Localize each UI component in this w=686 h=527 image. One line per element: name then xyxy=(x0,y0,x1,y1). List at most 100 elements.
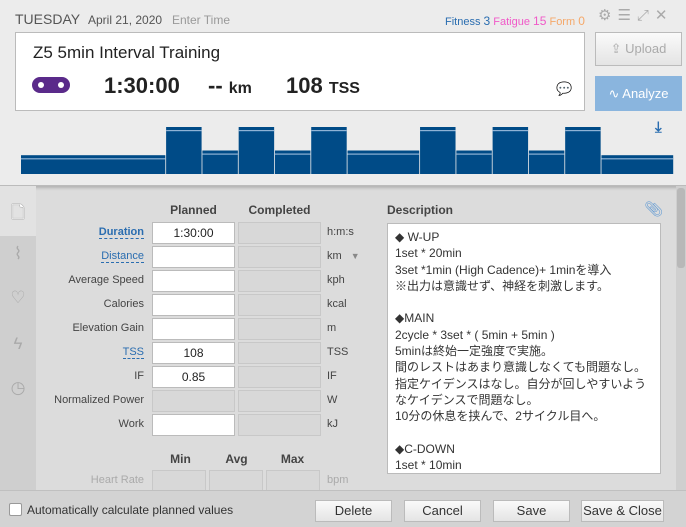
upload-icon: ⇪ xyxy=(610,41,622,56)
profile-segment-highlight xyxy=(274,153,311,155)
gear-icon[interactable]: ⚙ xyxy=(598,7,617,24)
workout-title[interactable]: Z5 5min Interval Training xyxy=(33,43,220,63)
profile-segment-highlight xyxy=(528,153,565,155)
normalized-power-planned-input[interactable] xyxy=(152,390,235,412)
profile-segment-highlight xyxy=(238,130,275,132)
planned-header: Planned xyxy=(170,203,217,217)
work-planned-input[interactable] xyxy=(152,414,235,436)
lightning-icon[interactable]: ϟ xyxy=(9,334,27,354)
form-label: Form xyxy=(549,16,576,28)
profile-segment xyxy=(238,127,275,174)
profile-segment-highlight xyxy=(565,130,601,132)
upload-button[interactable]: ⇪ Upload xyxy=(595,32,682,66)
distance-number: -- xyxy=(208,73,223,98)
work-label-text: Work xyxy=(118,418,144,430)
duration-label-text[interactable]: Duration xyxy=(98,226,144,239)
avg-header: Avg xyxy=(225,452,248,466)
tss-number: 108 xyxy=(286,73,323,98)
comments-icon[interactable]: 💬 xyxy=(556,81,572,97)
delete-button[interactable]: Delete xyxy=(315,500,392,522)
duration-planned-input[interactable]: 1:30:00 xyxy=(152,222,235,244)
tss-unit: TSS xyxy=(327,346,348,358)
average-speed-unit-text: kph xyxy=(327,274,345,286)
profile-segment-highlight xyxy=(347,153,420,155)
tss-unit: TSS xyxy=(328,80,360,97)
work-unit-text: kJ xyxy=(327,418,338,430)
paperclip-icon[interactable]: 📎︎ xyxy=(644,200,663,218)
if-label-text: IF xyxy=(134,370,144,382)
fitness-label: Fitness xyxy=(445,16,481,28)
clock-icon[interactable]: ◷ xyxy=(9,378,27,398)
menu-icon[interactable]: ☰ xyxy=(617,7,636,24)
average-speed-completed-input xyxy=(238,270,321,292)
analyze-icon: ∿ xyxy=(608,86,620,101)
expand-icon[interactable]: ⤢ xyxy=(637,7,655,24)
window-controls: ⚙☰⤢✕ xyxy=(598,6,674,24)
auto-calc-label[interactable]: Automatically calculate planned values xyxy=(27,503,233,517)
profile-segment xyxy=(166,127,202,174)
duration-value: 1:30:00 xyxy=(104,73,180,98)
heart-rate-label: Heart Rate xyxy=(90,474,144,486)
average-speed-planned-input[interactable] xyxy=(152,270,235,292)
document-icon[interactable]: 🗋 xyxy=(9,200,27,229)
save-close-button[interactable]: Save & Close xyxy=(581,500,664,522)
distance-completed-input xyxy=(238,246,321,268)
workout-summary-card: Z5 5min Interval Training 1:30:00 -- km … xyxy=(15,32,585,111)
tss-planned-input[interactable]: 108 xyxy=(152,342,235,364)
analyze-button[interactable]: ∿ Analyze xyxy=(595,76,682,111)
duration-completed-input xyxy=(238,222,321,244)
enter-time-link[interactable]: Enter Time xyxy=(172,13,230,27)
tss-value: 108 TSS xyxy=(286,73,360,99)
work-unit: kJ xyxy=(327,418,338,430)
distance-label-text[interactable]: Distance xyxy=(101,250,144,263)
scrollbar-thumb[interactable] xyxy=(677,188,685,268)
form-value: 0 xyxy=(578,14,585,28)
average-speed-label: Average Speed xyxy=(34,274,144,286)
cancel-button[interactable]: Cancel xyxy=(404,500,481,522)
if-planned-input[interactable]: 0.85 xyxy=(152,366,235,388)
tss-unit-text: TSS xyxy=(327,346,349,358)
chart-icon[interactable]: ⌇ xyxy=(9,244,27,264)
if-unit-text: IF xyxy=(327,370,337,382)
fatigue-value: 15 xyxy=(533,14,547,28)
fitness-value: 3 xyxy=(483,14,491,28)
min-header: Min xyxy=(170,452,191,466)
save-button[interactable]: Save xyxy=(493,500,570,522)
calories-unit-text: kcal xyxy=(327,298,347,310)
profile-segment xyxy=(492,127,529,174)
calories-planned-input[interactable] xyxy=(152,294,235,316)
profile-segment-highlight xyxy=(21,158,166,160)
normalized-power-completed-input xyxy=(238,390,321,412)
workout-header: TUESDAY April 21, 2020 Enter Time Fitnes… xyxy=(0,0,686,186)
close-icon[interactable]: ✕ xyxy=(655,7,674,24)
if-completed-input xyxy=(238,366,321,388)
heart-rate-max-input xyxy=(266,470,320,492)
calories-label-text: Calories xyxy=(103,298,144,310)
work-label: Work xyxy=(34,418,144,430)
normalized-power-unit-text: W xyxy=(327,394,338,406)
heart-rate-avg-input xyxy=(209,470,263,492)
heart-icon[interactable]: ♡ xyxy=(9,288,27,308)
distance-unit[interactable]: km ▼ xyxy=(327,250,360,262)
heart-rate-unit: bpm xyxy=(327,474,349,486)
analyze-label: Analyze xyxy=(622,86,669,101)
date-label: April 21, 2020 xyxy=(88,13,163,27)
profile-segment xyxy=(565,127,601,174)
day-label: TUESDAY xyxy=(15,11,81,27)
tss-label[interactable]: TSS xyxy=(34,346,144,359)
auto-calc-checkbox[interactable] xyxy=(9,503,22,516)
distance-planned-input[interactable] xyxy=(152,246,235,268)
normalized-power-label-text: Normalized Power xyxy=(54,394,144,406)
upload-label: Upload xyxy=(625,41,667,56)
calories-completed-input xyxy=(238,294,321,316)
description-textarea[interactable]: ◆ W-UP 1set * 20min 3set *1min (High Cad… xyxy=(387,223,661,474)
tss-label-text[interactable]: TSS xyxy=(122,346,144,359)
unit-dropdown-icon[interactable]: ▼ xyxy=(351,251,360,261)
profile-segment xyxy=(420,127,456,174)
elevation-gain-planned-input[interactable] xyxy=(152,318,235,340)
duration-label[interactable]: Duration xyxy=(34,226,144,239)
fitness-metrics: Fitness 3 Fatigue 15 Form 0 xyxy=(445,14,585,28)
distance-label[interactable]: Distance xyxy=(34,250,144,263)
duration-unit-text: h:m:s xyxy=(327,226,354,238)
elevation-gain-label: Elevation Gain xyxy=(34,322,144,334)
